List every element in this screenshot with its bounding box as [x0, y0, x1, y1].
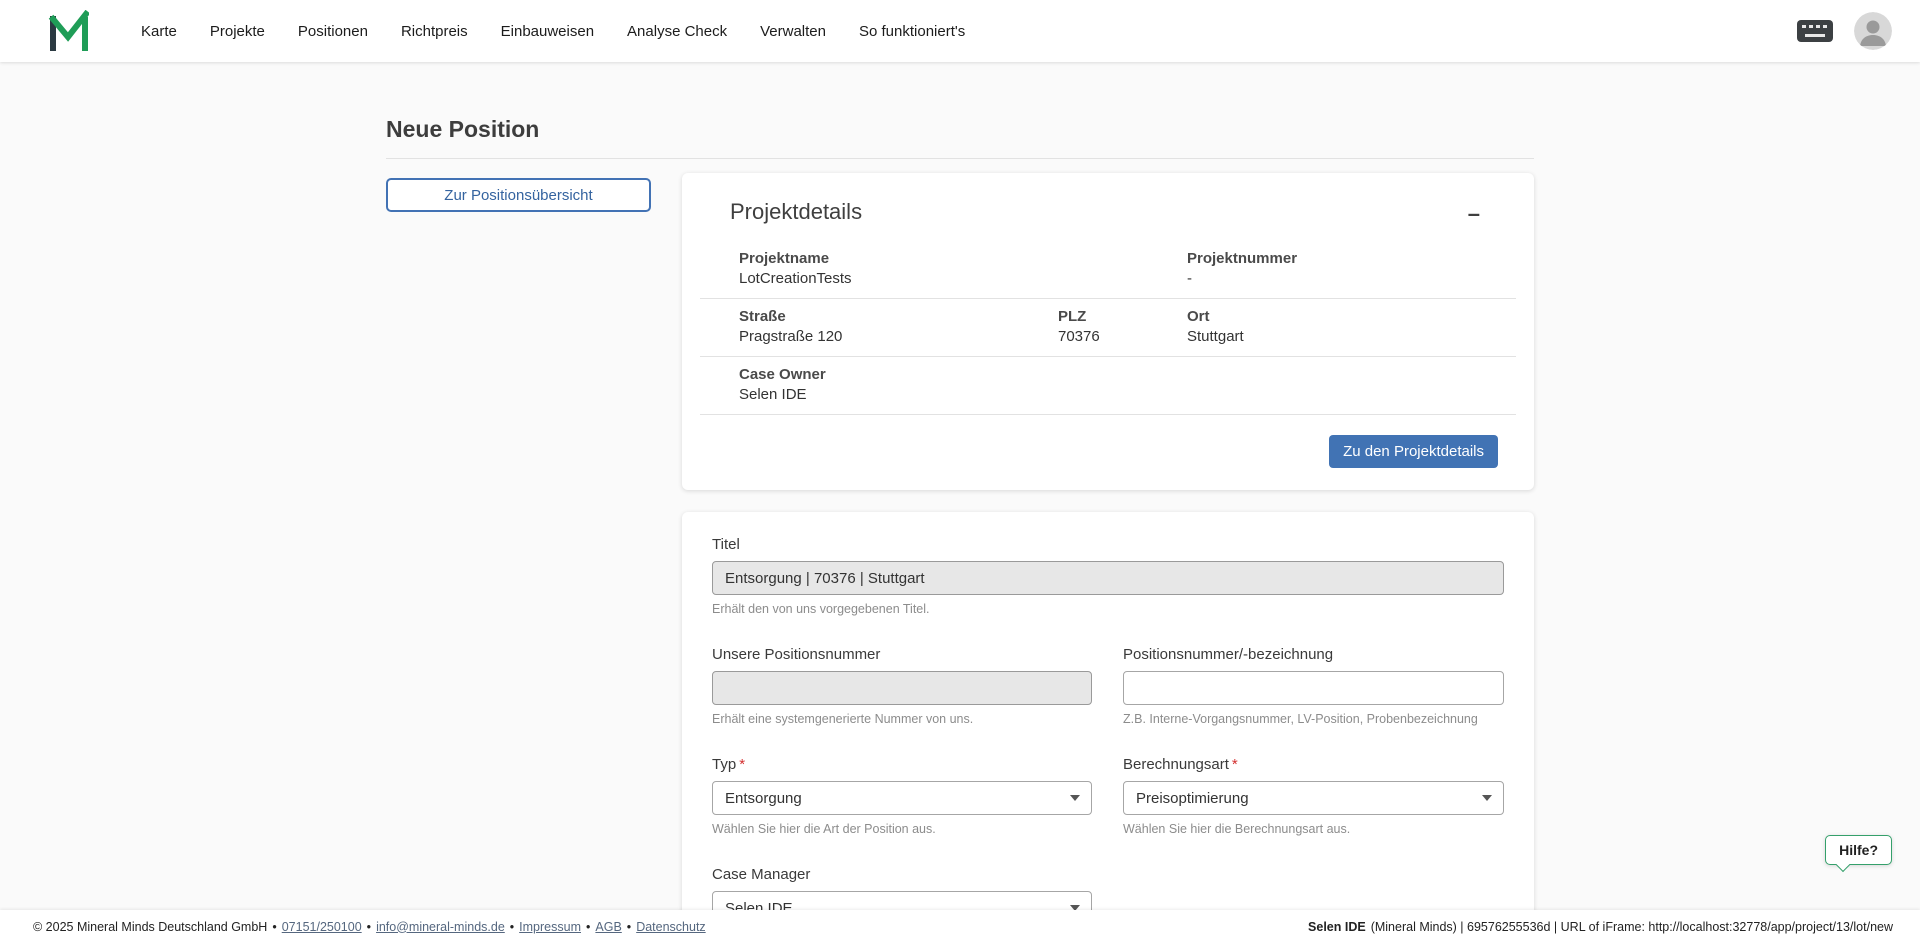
datenschutz-link[interactable]: Datenschutz — [636, 920, 705, 934]
chevron-down-icon — [1070, 795, 1080, 801]
plz-label: PLZ — [1058, 308, 1187, 325]
strasse-label: Straße — [739, 308, 1058, 325]
keyboard-icon[interactable] — [1796, 19, 1834, 43]
impressum-link[interactable]: Impressum — [519, 920, 581, 934]
table-row: Projektname LotCreationTests Projektnumm… — [700, 241, 1516, 299]
footer-left: © 2025 Mineral Minds Deutschland GmbH • … — [33, 920, 706, 934]
ort-label: Ort — [1187, 308, 1516, 325]
new-position-form-card: Titel Erhält den von uns vorgegebenen Ti… — [682, 512, 1534, 943]
positionsnummer-helper: Z.B. Interne-Vorgangsnummer, LV-Position… — [1123, 712, 1504, 726]
nav-positionen[interactable]: Positionen — [298, 23, 368, 40]
berechnungsart-label: Berechnungsart* — [1123, 756, 1504, 773]
titel-helper: Erhält den von uns vorgegebenen Titel. — [712, 602, 1504, 616]
unsere-positionsnummer-input[interactable] — [712, 671, 1092, 705]
chevron-down-icon — [1482, 795, 1492, 801]
table-row: Case Owner Selen IDE — [700, 357, 1516, 415]
nav-analyse-check[interactable]: Analyse Check — [627, 23, 727, 40]
right-column: Projektdetails – Projektname LotCreation… — [682, 173, 1534, 943]
session-user: Selen IDE — [1308, 920, 1366, 934]
typ-helper: Wählen Sie hier die Art der Position aus… — [712, 822, 1092, 836]
nav-so-funktionierts[interactable]: So funktioniert's — [859, 23, 965, 40]
projektnummer-value: - — [1187, 270, 1516, 287]
copyright-text: © 2025 Mineral Minds Deutschland GmbH — [33, 920, 267, 934]
user-avatar-icon[interactable] — [1854, 12, 1892, 50]
case-manager-label: Case Manager — [712, 866, 1092, 883]
main-content: Neue Position Zur Positionsübersicht Pro… — [386, 62, 1534, 943]
titel-input[interactable] — [712, 561, 1504, 595]
project-details-card: Projektdetails – Projektname LotCreation… — [682, 173, 1534, 490]
plz-value: 70376 — [1058, 328, 1187, 345]
main-nav: Karte Projekte Positionen Richtpreis Ein… — [141, 23, 965, 40]
top-navigation-bar: Karte Projekte Positionen Richtpreis Ein… — [0, 0, 1920, 62]
title-divider — [386, 158, 1534, 159]
required-asterisk: * — [739, 756, 745, 773]
footer: © 2025 Mineral Minds Deutschland GmbH • … — [0, 910, 1920, 943]
collapse-card-button[interactable]: – — [1462, 199, 1486, 229]
page-title: Neue Position — [386, 116, 1534, 158]
case-owner-label: Case Owner — [739, 366, 1516, 383]
session-info: (Mineral Minds) | 69576255536d | URL of … — [1371, 920, 1893, 934]
case-owner-value: Selen IDE — [739, 386, 1516, 403]
project-card-title: Projektdetails — [730, 199, 862, 225]
unsere-positionsnummer-label: Unsere Positionsnummer — [712, 646, 1092, 663]
typ-label: Typ* — [712, 756, 1092, 773]
unsere-positionsnummer-helper: Erhält eine systemgenerierte Nummer von … — [712, 712, 1092, 726]
required-asterisk: * — [1232, 756, 1238, 773]
footer-right: Selen IDE (Mineral Minds) | 69576255536d… — [1308, 920, 1893, 934]
strasse-value: Pragstraße 120 — [739, 328, 1058, 345]
berechnungsart-helper: Wählen Sie hier die Berechnungsart aus. — [1123, 822, 1504, 836]
berechnungsart-select-value: Preisoptimierung — [1136, 790, 1249, 807]
phone-link[interactable]: 07151/250100 — [282, 920, 362, 934]
left-column: Zur Positionsübersicht — [386, 173, 651, 212]
back-to-position-overview-button[interactable]: Zur Positionsübersicht — [386, 178, 651, 212]
agb-link[interactable]: AGB — [595, 920, 621, 934]
ort-value: Stuttgart — [1187, 328, 1516, 345]
help-label: Hilfe? — [1839, 842, 1878, 858]
positionsnummer-input[interactable] — [1123, 671, 1504, 705]
berechnungsart-select[interactable]: Preisoptimierung — [1123, 781, 1504, 815]
help-bubble-tail — [1836, 858, 1850, 872]
positionsnummer-label: Positionsnummer/-bezeichnung — [1123, 646, 1504, 663]
project-details-table: Projektname LotCreationTests Projektnumm… — [700, 241, 1516, 415]
projektnummer-label: Projektnummer — [1187, 250, 1516, 267]
nav-richtpreis[interactable]: Richtpreis — [401, 23, 468, 40]
typ-select[interactable]: Entsorgung — [712, 781, 1092, 815]
titel-label: Titel — [712, 536, 1504, 553]
nav-karte[interactable]: Karte — [141, 23, 177, 40]
email-link[interactable]: info@mineral-minds.de — [376, 920, 505, 934]
help-button[interactable]: Hilfe? — [1825, 835, 1892, 865]
table-row: Straße Pragstraße 120 PLZ 70376 Ort Stut… — [700, 299, 1516, 357]
nav-verwalten[interactable]: Verwalten — [760, 23, 826, 40]
topbar-right — [1796, 12, 1892, 50]
nav-einbauweisen[interactable]: Einbauweisen — [501, 23, 594, 40]
mineral-minds-logo-icon[interactable] — [47, 10, 89, 52]
nav-projekte[interactable]: Projekte — [210, 23, 265, 40]
go-to-project-details-button[interactable]: Zu den Projektdetails — [1329, 435, 1498, 468]
typ-select-value: Entsorgung — [725, 790, 802, 807]
projektname-value: LotCreationTests — [739, 270, 1187, 287]
projektname-label: Projektname — [739, 250, 1187, 267]
